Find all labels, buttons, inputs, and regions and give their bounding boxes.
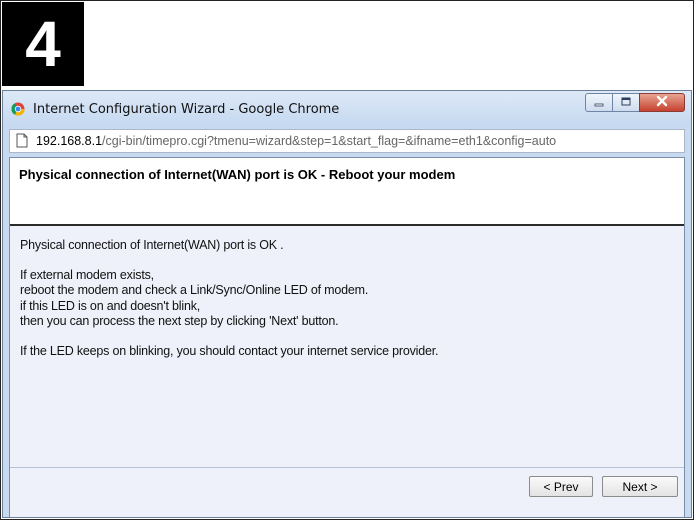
address-bar[interactable]: 192.168.8.1/cgi-bin/timepro.cgi?tmenu=wi… (9, 129, 685, 153)
chrome-icon (11, 102, 25, 116)
address-url[interactable]: 192.168.8.1/cgi-bin/timepro.cgi?tmenu=wi… (36, 134, 556, 148)
url-path: /cgi-bin/timepro.cgi?tmenu=wizard&step=1… (102, 134, 557, 148)
page-heading: Physical connection of Internet(WAN) por… (19, 167, 456, 182)
minimize-icon (593, 94, 605, 112)
step-number-badge: 4 (2, 2, 84, 86)
window-title: Internet Configuration Wizard - Google C… (33, 102, 340, 117)
message-line: If the LED keeps on blinking, you should… (20, 343, 439, 358)
title-bar[interactable]: Internet Configuration Wizard - Google C… (3, 91, 691, 127)
maximize-button[interactable] (612, 93, 640, 112)
browser-window: Internet Configuration Wizard - Google C… (2, 90, 692, 518)
message-text: Physical connection of Internet(WAN) por… (20, 238, 438, 359)
message-line: reboot the modem and check a Link/Sync/O… (20, 283, 369, 297)
message-line: If external modem exists, (20, 267, 154, 282)
page-icon (16, 133, 28, 148)
heading-panel: Physical connection of Internet(WAN) por… (10, 158, 684, 226)
close-icon (655, 94, 669, 112)
minimize-button[interactable] (585, 93, 613, 112)
url-host: 192.168.8.1 (36, 134, 103, 148)
maximize-icon (620, 94, 632, 112)
page-content: Physical connection of Internet(WAN) por… (9, 157, 685, 517)
prev-button[interactable]: < Prev (529, 476, 593, 497)
message-line: then you can process the next step by cl… (20, 314, 339, 328)
message-line: if this LED is on and doesn't blink, (20, 298, 201, 313)
close-button[interactable] (639, 93, 685, 112)
message-panel: Physical connection of Internet(WAN) por… (10, 226, 684, 517)
window-controls (585, 93, 685, 113)
next-button[interactable]: Next > (602, 476, 678, 497)
message-line: Physical connection of Internet(WAN) por… (20, 238, 284, 252)
button-bar: < Prev Next > (10, 467, 684, 517)
